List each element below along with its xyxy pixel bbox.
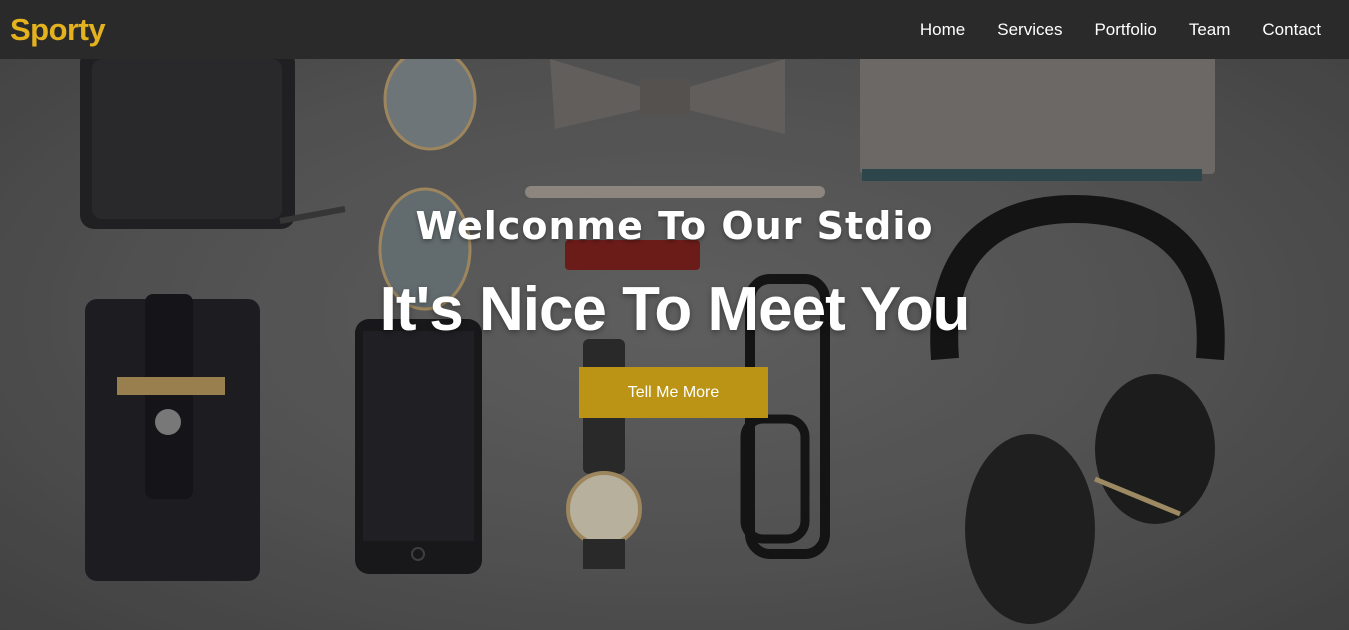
nav-services[interactable]: Services: [997, 20, 1062, 40]
hero-subtitle: Welconme To Our Stdio: [415, 204, 934, 248]
tell-me-more-button[interactable]: Tell Me More: [579, 367, 768, 418]
nav-contact[interactable]: Contact: [1262, 20, 1321, 40]
main-nav: Home Services Portfolio Team Contact: [920, 20, 1321, 40]
nav-portfolio[interactable]: Portfolio: [1094, 20, 1156, 40]
hero-section: Welconme To Our Stdio It's Nice To Meet …: [0, 59, 1349, 630]
nav-team[interactable]: Team: [1189, 20, 1231, 40]
hero-title: It's Nice To Meet You: [379, 275, 971, 344]
nav-home[interactable]: Home: [920, 20, 965, 40]
brand-logo[interactable]: Sporty: [10, 12, 106, 48]
navbar: Sporty Home Services Portfolio Team Cont…: [0, 0, 1349, 59]
